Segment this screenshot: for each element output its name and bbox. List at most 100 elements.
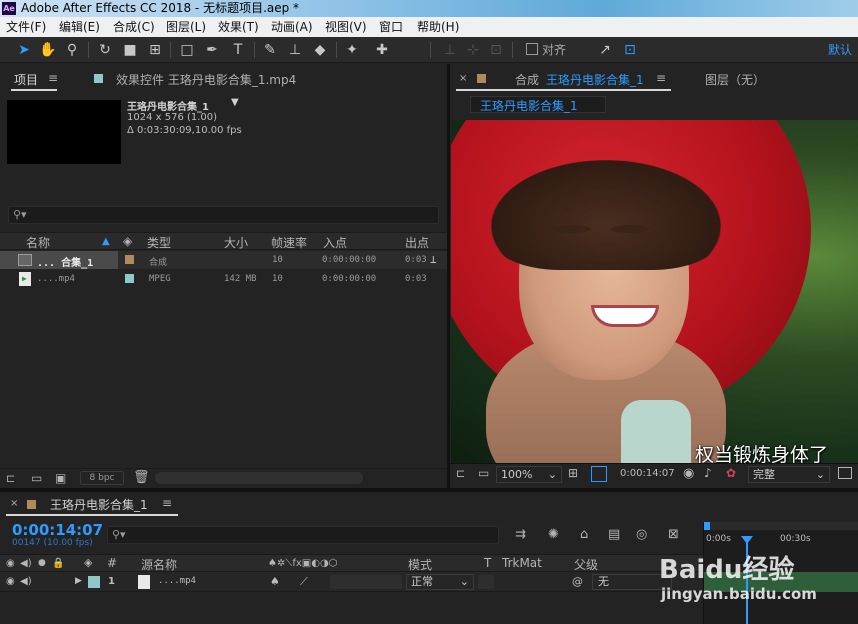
column-out-point[interactable]: 出点 [405,234,429,251]
video-switch-icon[interactable]: ◉ [6,576,15,587]
snap-icon[interactable]: ↗ [595,40,615,60]
audio-switch-icon[interactable]: ◀) [20,576,32,587]
fit-icon[interactable]: ⊞ [568,466,578,480]
hand-tool-icon[interactable]: ✋ [38,40,58,60]
tab-composition-name[interactable]: 王珞丹电影合集_1 [546,71,644,88]
project-scrollbar[interactable] [155,472,363,484]
graph-editor-icon[interactable]: ⊠ [668,527,679,542]
blend-mode-dropdown[interactable]: 正常 ⌄ [406,574,474,590]
column-source-name[interactable]: 源名称 [141,556,177,573]
transparency-grid-icon[interactable] [591,466,607,482]
column-mode[interactable]: 模式 [408,556,432,573]
draft-3d-icon[interactable]: ✺ [548,527,559,542]
selection-tool-icon[interactable]: ➤ [14,40,34,60]
brush-tool-icon[interactable]: ✎ [260,40,280,60]
panel-menu-icon[interactable]: ≡ [48,71,58,85]
audio-switch-icon[interactable]: ◀) [20,558,32,569]
label-color-swatch[interactable] [125,255,134,264]
channel-icon[interactable]: ✿ [726,466,736,480]
frame-blending-icon[interactable]: ▤ [608,527,620,542]
panel-menu-icon[interactable]: ≡ [656,71,666,85]
shy-layers-icon[interactable]: ⌂ [580,527,588,542]
new-composition-icon[interactable]: ▣ [55,471,66,485]
snap-checkbox[interactable] [526,43,538,55]
label-column-icon[interactable]: ◈ [84,556,92,569]
clone-stamp-tool-icon[interactable]: ⊥ [285,40,305,60]
close-tab-icon[interactable]: × [459,73,467,84]
quality-switch-icon[interactable]: ⟋ [300,575,308,589]
show-snapshot-icon[interactable]: ♪ [704,466,712,480]
new-folder-icon[interactable]: ▭ [31,471,42,485]
label-column-icon[interactable]: ◈ [123,234,132,248]
zoom-tool-icon[interactable]: ⚲ [62,40,82,60]
pen-tool-icon[interactable]: ✒ [202,40,222,60]
eraser-tool-icon[interactable]: ◆ [310,40,330,60]
column-name[interactable]: 名称 [26,234,50,251]
preserve-transparency-toggle[interactable] [478,575,494,589]
motion-blur-icon[interactable]: ◎ [636,527,647,542]
menu-window[interactable]: 窗口 [379,17,403,37]
menu-layer[interactable]: 图层(L) [166,17,206,37]
shy-switch-icon[interactable]: ♠ [270,575,280,588]
close-tab-icon[interactable]: × [10,498,18,509]
column-parent[interactable]: 父级 [574,556,598,573]
puppet-pin-tool-icon[interactable]: ✚ [372,40,392,60]
layer-row[interactable]: ◉ ◀) ▶ 1 ....mp4 ♠ ⟋ 正常 ⌄ @ 无 [0,572,703,592]
type-tool-icon[interactable]: T [228,40,248,60]
project-item-footage[interactable]: ▶ ....mp4 MPEG 142 MB 10 0:00:00:00 0:03 [0,270,447,288]
menu-composition[interactable]: 合成(C) [113,17,155,37]
tab-effect-controls[interactable]: 效果控件 王珞丹电影合集_1.mp4 [116,71,296,88]
snap-target-icon[interactable]: ⊡ [620,40,640,60]
timeline-search-input[interactable]: ⚲▾ [107,526,499,544]
expand-layer-icon[interactable]: ▶ [75,576,82,586]
always-preview-icon[interactable]: ⊏ [456,467,465,480]
tab-project[interactable]: 项目 [14,71,38,88]
menu-view[interactable]: 视图(V) [325,17,367,37]
roto-brush-tool-icon[interactable]: ✦ [342,40,362,60]
solo-switch-icon[interactable]: ● [38,558,46,568]
project-item-composition[interactable]: ... 合集_1 合成 10 0:00:00:00 0:03 ⊥ [0,251,447,269]
pan-behind-tool-icon[interactable]: ⊞ [145,40,165,60]
column-fps[interactable]: 帧速率 [271,234,307,251]
column-type[interactable]: 类型 [147,234,171,251]
view-axis-icon[interactable]: ⊡ [486,40,506,60]
tab-composition-label[interactable]: 合成 [515,71,539,88]
comp-breadcrumb[interactable]: 王珞丹电影合集_1 [480,97,578,114]
layer-switches-icon[interactable]: ♠✲⟍fx▣◐◑⬡ [268,558,337,569]
delete-icon[interactable]: 🗑 [133,470,150,485]
comp-mini-flowchart-icon[interactable]: ⇉ [515,527,526,542]
layer-label-swatch[interactable] [88,576,100,588]
menu-effect[interactable]: 效果(T) [218,17,259,37]
video-switch-icon[interactable]: ◉ [6,558,15,569]
column-in-point[interactable]: 入点 [323,234,347,251]
sort-ascending-icon[interactable]: ▲ [102,236,110,247]
rotate-tool-icon[interactable]: ↻ [95,40,115,60]
menu-edit[interactable]: 编辑(E) [59,17,100,37]
tab-layer[interactable]: 图层（无） [705,71,765,88]
column-size[interactable]: 大小 [224,234,248,251]
flowchart-icon[interactable]: ⊥ [430,253,437,266]
snapshot-icon[interactable]: ◉ [683,466,694,481]
rectangle-tool-icon[interactable]: □ [177,40,197,60]
timeline-current-time[interactable]: 0:00:14:07 [12,521,103,539]
menu-animation[interactable]: 动画(A) [271,17,313,37]
menu-file[interactable]: 文件(F) [6,17,46,37]
composition-viewer[interactable] [451,120,858,463]
current-time-display[interactable]: 0:00:14:07 [620,468,675,479]
column-index[interactable]: # [107,556,117,570]
world-axis-icon[interactable]: ⊹ [463,40,483,60]
region-of-interest-icon[interactable] [838,467,852,479]
label-color-swatch[interactable] [125,274,134,283]
menu-help[interactable]: 帮助(H) [417,17,459,37]
local-axis-icon[interactable]: ⊥ [440,40,460,60]
camera-tool-icon[interactable]: ■ [120,40,140,60]
monitor-icon[interactable]: ▭ [478,466,489,480]
workspace-default[interactable]: 默认 [828,41,852,58]
tab-timeline[interactable]: 王珞丹电影合集_1 [50,496,148,513]
selected-item-dropdown-icon[interactable]: ▼ [231,97,239,108]
column-trkmat[interactable]: TrkMat [502,556,542,570]
interpret-footage-icon[interactable]: ⊏ [6,472,15,485]
panel-menu-icon[interactable]: ≡ [162,496,172,510]
resolution-dropdown[interactable]: 完整 ⌄ [748,466,830,483]
zoom-dropdown[interactable]: 100% ⌄ [496,466,562,483]
